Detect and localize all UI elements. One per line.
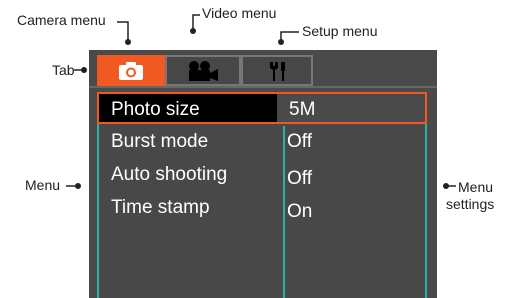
menu-item-auto-shooting[interactable]: Auto shooting Off [99,159,425,191]
tab-underline [89,86,437,88]
wrench-screwdriver-icon [270,61,285,81]
camera-menu-leader-dot [125,39,131,45]
video-menu-leader-dot [190,28,196,34]
tab-setup[interactable] [241,55,313,86]
setup-menu-leader-dot [278,39,284,45]
tab-video[interactable] [165,55,241,86]
menu-leader-dot [75,183,81,189]
tab-leader-dot [81,67,87,73]
menu-item-time-stamp[interactable]: Time stamp On [99,192,425,224]
menu-item-value: Off [287,168,312,189]
menu-settings-leader-dot [443,183,449,189]
menu-item-empty [99,264,425,296]
camera-icon [119,61,143,80]
camera-menu-leader [117,21,129,41]
menu-item-photo-size[interactable]: Photo size 5M [97,92,427,124]
menu-item-label: Auto shooting [111,164,228,185]
menu-item-value: On [287,201,313,222]
setup-menu-leader [280,31,299,41]
video-menu-leader [192,14,200,30]
menu-item-value: Off [287,131,312,152]
menu-item-burst-mode[interactable]: Burst mode Off [99,126,425,158]
tab-camera[interactable] [97,55,165,86]
video-camera-icon [189,60,218,81]
menu-list: Photo size 5M Burst mode Off Auto shooti… [97,92,427,298]
menu-item-label: Photo size [111,99,200,120]
menu-item-value: 5M [289,99,316,120]
menu-item-label: Burst mode [111,131,209,152]
camera-screen: Photo size 5M Burst mode Off Auto shooti… [89,50,437,298]
menu-item-label: Time stamp [111,197,210,218]
menu-item-empty [99,232,425,264]
